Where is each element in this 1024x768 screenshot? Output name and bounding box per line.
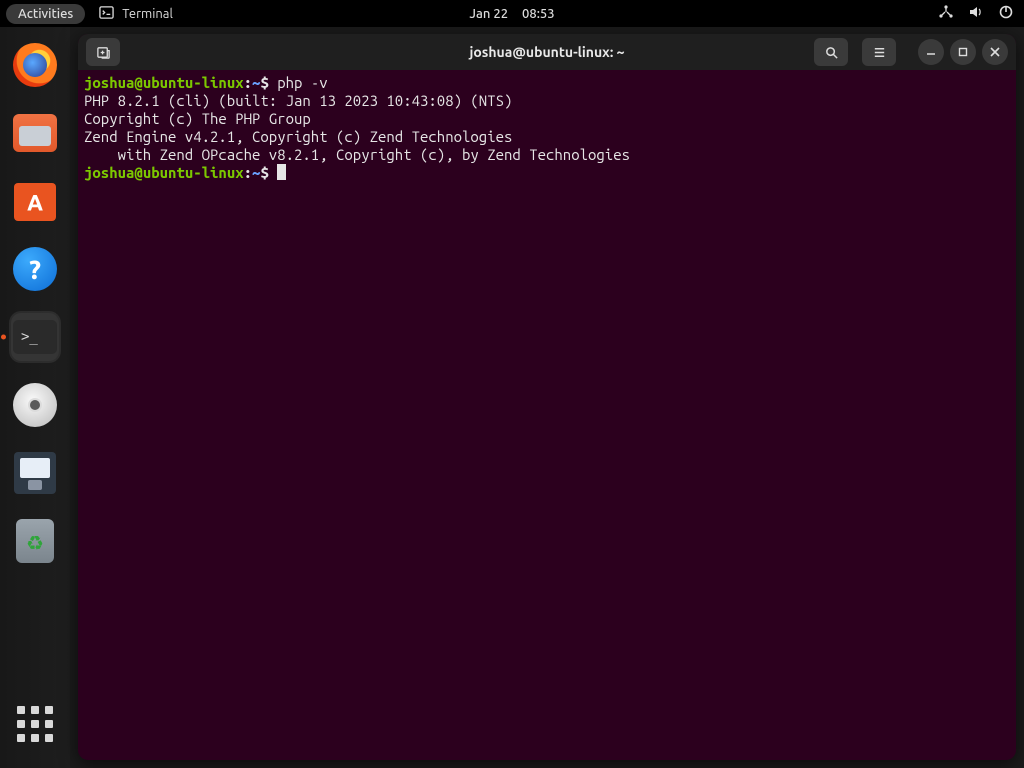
prompt-sep: :: [244, 164, 252, 181]
dock-firefox[interactable]: [11, 41, 59, 89]
network-icon[interactable]: [938, 4, 954, 23]
minimize-icon: [926, 47, 936, 57]
close-icon: [990, 47, 1000, 57]
cursor: [277, 164, 286, 180]
prompt-sep: :: [244, 74, 252, 91]
firefox-icon: [13, 43, 57, 87]
power-icon[interactable]: [998, 4, 1014, 23]
titlebar[interactable]: joshua@ubuntu-linux: ~: [78, 34, 1016, 70]
output-line: Copyright (c) The PHP Group: [84, 110, 311, 127]
trash-icon: [16, 519, 54, 563]
clock-date: Jan 22: [469, 7, 508, 21]
active-app-indicator[interactable]: Terminal: [99, 5, 173, 23]
prompt-user: joshua: [84, 74, 134, 91]
prompt-host: ubuntu-linux: [143, 164, 244, 181]
floppy-icon: [14, 452, 56, 494]
minimize-button[interactable]: [918, 39, 944, 65]
clock[interactable]: Jan 22 08:53: [469, 7, 554, 21]
dock-disks[interactable]: [11, 381, 59, 429]
window-title: joshua@ubuntu-linux: ~: [469, 44, 624, 60]
clock-time: 08:53: [522, 7, 555, 21]
topbar: Activities Terminal Jan 22 08:53: [0, 0, 1024, 27]
terminal-body[interactable]: joshua@ubuntu-linux:~$ php -v PHP 8.2.1 …: [78, 70, 1016, 760]
dock-software[interactable]: [11, 177, 59, 225]
help-icon: ?: [13, 247, 57, 291]
volume-icon[interactable]: [968, 4, 984, 23]
maximize-icon: [958, 47, 968, 57]
new-tab-button[interactable]: [86, 38, 120, 66]
dock-trash[interactable]: [11, 517, 59, 565]
hamburger-icon: [872, 45, 887, 60]
terminal-icon: [99, 5, 114, 23]
dock-help[interactable]: ?: [11, 245, 59, 293]
dock-terminal[interactable]: >_: [11, 313, 59, 361]
files-icon: [13, 114, 57, 152]
prompt-at: @: [134, 74, 142, 91]
prompt-sigil: $: [260, 164, 268, 181]
prompt-user: joshua: [84, 164, 134, 181]
terminal-window: joshua@ubuntu-linux: ~ joshua@ubuntu-lin…: [78, 34, 1016, 760]
show-applications[interactable]: [17, 706, 53, 742]
new-tab-icon: [96, 45, 111, 60]
maximize-button[interactable]: [950, 39, 976, 65]
close-button[interactable]: [982, 39, 1008, 65]
output-line: PHP 8.2.1 (cli) (built: Jan 13 2023 10:4…: [84, 92, 512, 109]
search-icon: [824, 45, 839, 60]
active-app-name: Terminal: [122, 7, 173, 21]
prompt-host: ubuntu-linux: [143, 74, 244, 91]
search-button[interactable]: [814, 38, 848, 66]
output-line: with Zend OPcache v8.2.1, Copyright (c),…: [84, 146, 630, 163]
terminal-icon: >_: [13, 320, 57, 354]
disk-icon: [13, 383, 57, 427]
output-line: Zend Engine v4.2.1, Copyright (c) Zend T…: [84, 128, 512, 145]
dock-save[interactable]: [11, 449, 59, 497]
software-icon: [12, 179, 58, 223]
prompt-at: @: [134, 164, 142, 181]
dock-files[interactable]: [11, 109, 59, 157]
menu-button[interactable]: [862, 38, 896, 66]
dock: ? >_: [0, 27, 70, 768]
activities-button[interactable]: Activities: [6, 4, 85, 24]
command-text: php -v: [277, 74, 327, 91]
prompt-sigil: $: [260, 74, 268, 91]
